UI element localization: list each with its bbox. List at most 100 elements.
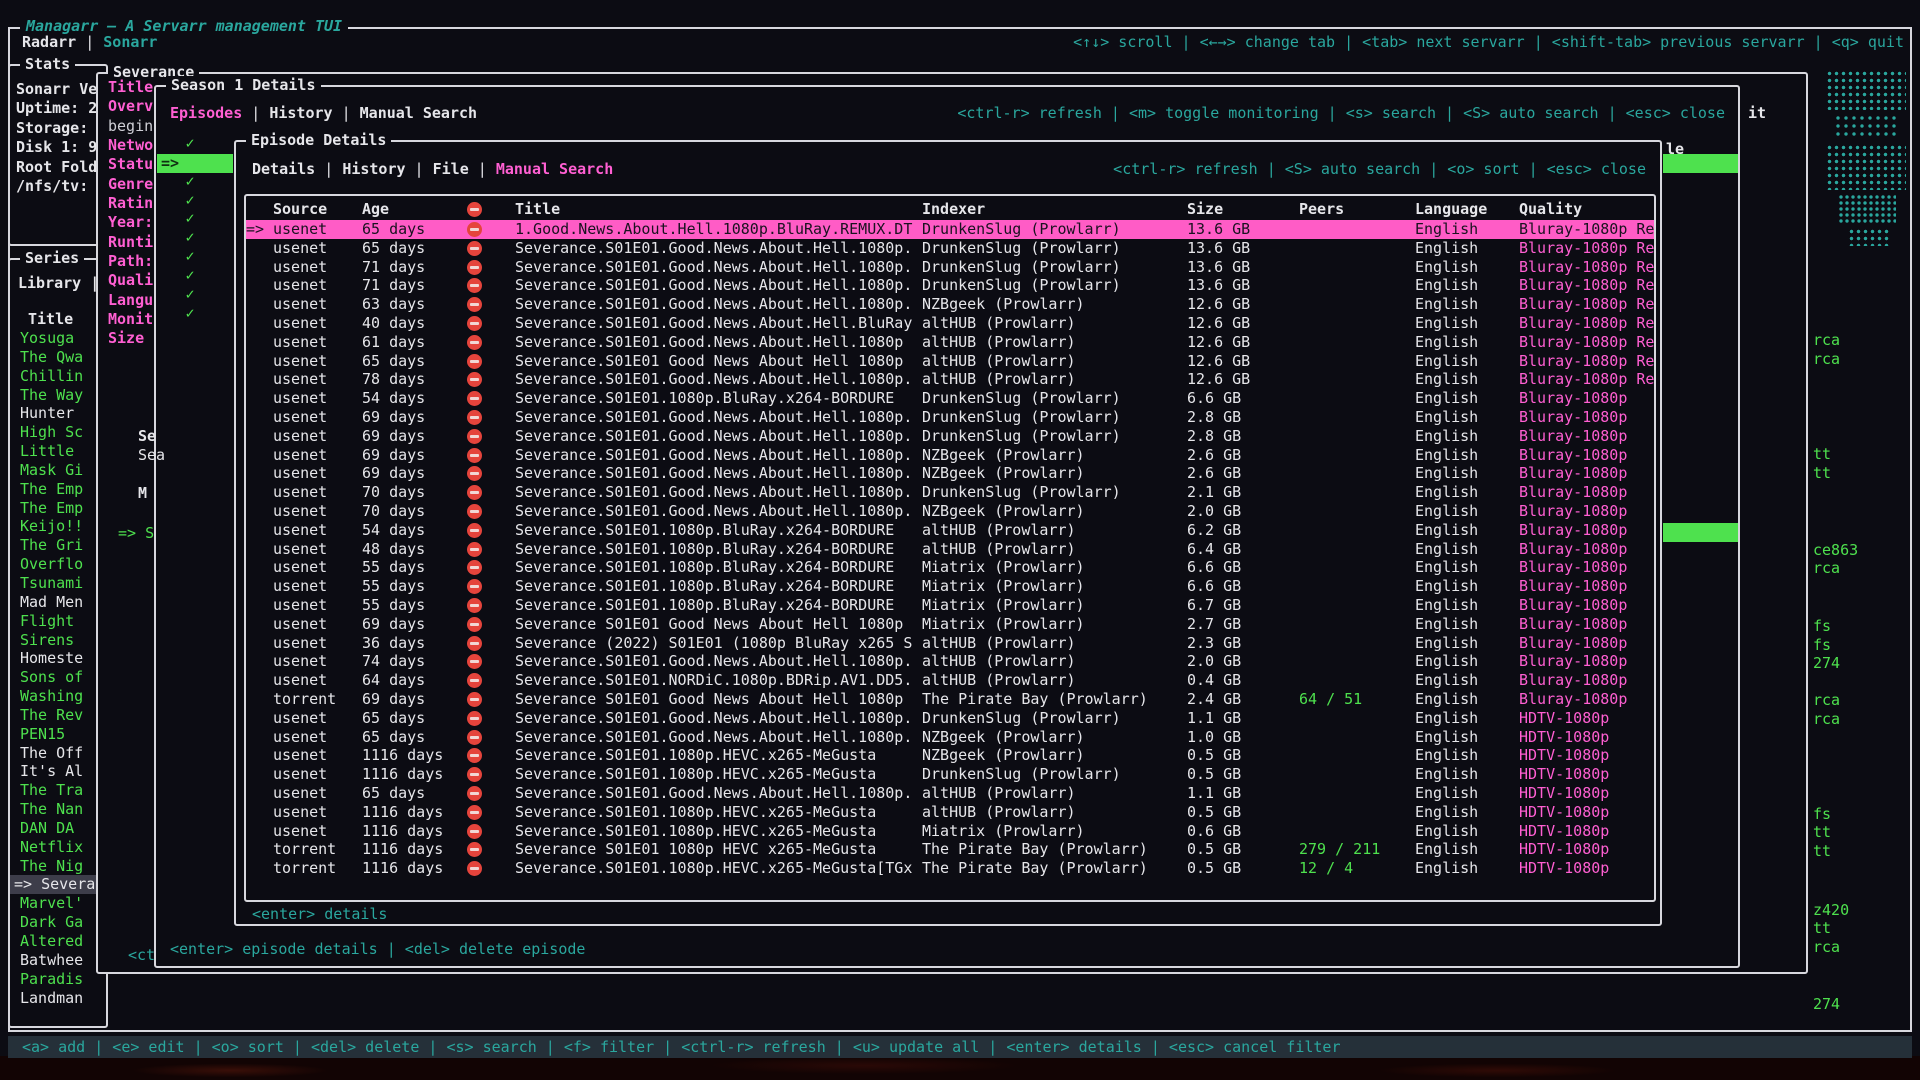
series-list-item[interactable]: Sirens [10, 631, 106, 650]
series-list-item[interactable]: The Tra [10, 781, 106, 800]
series-list-item[interactable]: DAN DA [10, 819, 106, 838]
results-rows[interactable]: =>usenet65 days1.Good.News.About.Hell.10… [246, 220, 1654, 878]
series-list-item[interactable]: The Nan [10, 800, 106, 819]
series-list-item[interactable]: The Emp [10, 499, 106, 518]
cell-peers [1299, 765, 1415, 784]
tab-manual-search[interactable]: Manual Search [360, 104, 477, 122]
tab-details[interactable]: Details [252, 160, 315, 178]
cell-indexer: The Pirate Bay (Prowlarr) [922, 690, 1187, 709]
series-list-item[interactable]: Mask Gi [10, 461, 106, 480]
series-list-item[interactable]: The Nig [10, 857, 106, 876]
series-list-item[interactable]: Mad Men [10, 593, 106, 612]
search-result-row[interactable]: usenet65 daysSeverance.S01E01.Good.News.… [246, 709, 1654, 728]
search-result-row[interactable]: usenet64 daysSeverance.S01E01.NORDiC.108… [246, 671, 1654, 690]
series-list-item[interactable]: Keijo!! [10, 517, 106, 536]
search-result-row[interactable]: usenet69 daysSeverance.S01E01.Good.News.… [246, 446, 1654, 465]
header-rejected [461, 200, 515, 219]
tab-radarr[interactable]: Radarr [22, 33, 76, 51]
search-result-row[interactable]: usenet71 daysSeverance.S01E01.Good.News.… [246, 258, 1654, 277]
tab-history[interactable]: History [269, 104, 332, 122]
search-result-row[interactable]: usenet55 daysSeverance.S01E01.1080p.BluR… [246, 558, 1654, 577]
search-result-row[interactable]: usenet1116 daysSeverance.S01E01.1080p.HE… [246, 746, 1654, 765]
library-tab[interactable]: Library | [18, 274, 99, 292]
series-list-item[interactable]: Landman [10, 989, 106, 1008]
series-list-item[interactable]: Washing [10, 687, 106, 706]
series-list-item[interactable]: PEN15 [10, 725, 106, 744]
cell-peers [1299, 220, 1415, 239]
series-list-item[interactable]: Chillin [10, 367, 106, 386]
series-list-item[interactable]: Overflo [10, 555, 106, 574]
search-result-row[interactable]: usenet54 daysSeverance.S01E01.1080p.BluR… [246, 521, 1654, 540]
series-list-item[interactable]: Yosuga [10, 329, 106, 348]
series-list-item[interactable]: Sons of [10, 668, 106, 687]
search-result-row[interactable]: usenet1116 daysSeverance.S01E01.1080p.HE… [246, 765, 1654, 784]
search-result-row[interactable]: torrent1116 daysSeverance.S01E01.1080p.H… [246, 859, 1654, 878]
search-result-row[interactable]: torrent69 daysSeverance S01E01 Good News… [246, 690, 1654, 709]
search-result-row[interactable]: torrent1116 daysSeverance S01E01 1080p H… [246, 840, 1654, 859]
tab-episodes[interactable]: Episodes [170, 104, 242, 122]
series-list-item[interactable]: The Way [10, 386, 106, 405]
search-result-row[interactable]: usenet70 daysSeverance.S01E01.Good.News.… [246, 502, 1654, 521]
search-result-row[interactable]: usenet69 daysSeverance S01E01 Good News … [246, 615, 1654, 634]
cell-indexer: altHUB (Prowlarr) [922, 540, 1187, 559]
no-entry-glyph [467, 485, 482, 500]
series-list-item[interactable]: High Sc [10, 423, 106, 442]
cell-arrow [246, 784, 273, 803]
stats-line: Uptime: 28 [16, 99, 106, 118]
tab-manual-search[interactable]: Manual Search [496, 160, 613, 178]
search-result-row[interactable]: usenet55 daysSeverance.S01E01.1080p.BluR… [246, 596, 1654, 615]
series-list-item[interactable]: Batwhee [10, 951, 106, 970]
search-result-row[interactable]: usenet69 daysSeverance.S01E01.Good.News.… [246, 408, 1654, 427]
cell-source: torrent [273, 840, 362, 859]
cell-indexer: DrunkenSlug (Prowlarr) [922, 427, 1187, 446]
series-list-item[interactable]: The Qwa [10, 348, 106, 367]
search-result-row[interactable]: usenet55 daysSeverance.S01E01.1080p.BluR… [246, 577, 1654, 596]
search-result-row[interactable]: usenet48 daysSeverance.S01E01.1080p.BluR… [246, 540, 1654, 559]
search-result-row[interactable]: usenet65 daysSeverance.S01E01 Good News … [246, 352, 1654, 371]
cell-peers [1299, 502, 1415, 521]
series-list-item[interactable]: The Rev [10, 706, 106, 725]
search-result-row[interactable]: usenet36 daysSeverance (2022) S01E01 (10… [246, 634, 1654, 653]
series-list-item[interactable]: Homeste [10, 649, 106, 668]
search-result-row[interactable]: usenet65 daysSeverance.S01E01.Good.News.… [246, 784, 1654, 803]
text-fragment: rca [1813, 331, 1840, 350]
search-result-row[interactable]: usenet78 daysSeverance.S01E01.Good.News.… [246, 370, 1654, 389]
search-result-row[interactable]: usenet1116 daysSeverance.S01E01.1080p.HE… [246, 822, 1654, 841]
series-list-item[interactable]: The Off [10, 744, 106, 763]
series-list-item[interactable]: Paradis [10, 970, 106, 989]
search-result-row[interactable]: usenet70 daysSeverance.S01E01.Good.News.… [246, 483, 1654, 502]
search-result-row[interactable]: usenet65 daysSeverance.S01E01.Good.News.… [246, 728, 1654, 747]
search-result-row[interactable]: usenet63 daysSeverance.S01E01.Good.News.… [246, 295, 1654, 314]
search-result-row[interactable]: usenet40 daysSeverance.S01E01.Good.News.… [246, 314, 1654, 333]
series-list-item[interactable]: The Gri [10, 536, 106, 555]
series-list-item[interactable]: Tsunami [10, 574, 106, 593]
tab-sonarr[interactable]: Sonarr [103, 33, 157, 51]
search-result-row[interactable]: usenet69 daysSeverance.S01E01.Good.News.… [246, 427, 1654, 446]
series-list-item[interactable]: Flight [10, 612, 106, 631]
series-list-item[interactable]: Altered [10, 932, 106, 951]
rejected-icon [461, 784, 515, 803]
text-fragment: ce863 [1813, 541, 1858, 560]
series-list-item[interactable]: Netflix [10, 838, 106, 857]
series-list-item[interactable]: Hunter [10, 404, 106, 423]
cell-arrow [246, 728, 273, 747]
search-result-row[interactable]: usenet71 daysSeverance.S01E01.Good.News.… [246, 276, 1654, 295]
no-entry-glyph [467, 222, 482, 237]
search-result-row[interactable]: usenet65 daysSeverance.S01E01.Good.News.… [246, 239, 1654, 258]
tab-history[interactable]: History [342, 160, 405, 178]
search-result-row[interactable]: usenet69 daysSeverance.S01E01.Good.News.… [246, 464, 1654, 483]
search-result-row[interactable]: usenet61 daysSeverance.S01E01.Good.News.… [246, 333, 1654, 352]
series-list-item[interactable]: It's Al [10, 762, 106, 781]
cell-language: English [1415, 464, 1519, 483]
series-list-item[interactable]: Dark Ga [10, 913, 106, 932]
series-list-item[interactable]: Little [10, 442, 106, 461]
series-list-item[interactable]: => Severan [10, 875, 106, 894]
tab-file[interactable]: File [433, 160, 469, 178]
search-result-row[interactable]: usenet1116 daysSeverance.S01E01.1080p.HE… [246, 803, 1654, 822]
search-result-row[interactable]: usenet54 daysSeverance.S01E01.1080p.BluR… [246, 389, 1654, 408]
cell-source: usenet [273, 652, 362, 671]
search-result-row[interactable]: =>usenet65 days1.Good.News.About.Hell.10… [246, 220, 1654, 239]
search-result-row[interactable]: usenet74 daysSeverance.S01E01.Good.News.… [246, 652, 1654, 671]
series-list-item[interactable]: Marvel' [10, 894, 106, 913]
series-list-item[interactable]: The Emp [10, 480, 106, 499]
